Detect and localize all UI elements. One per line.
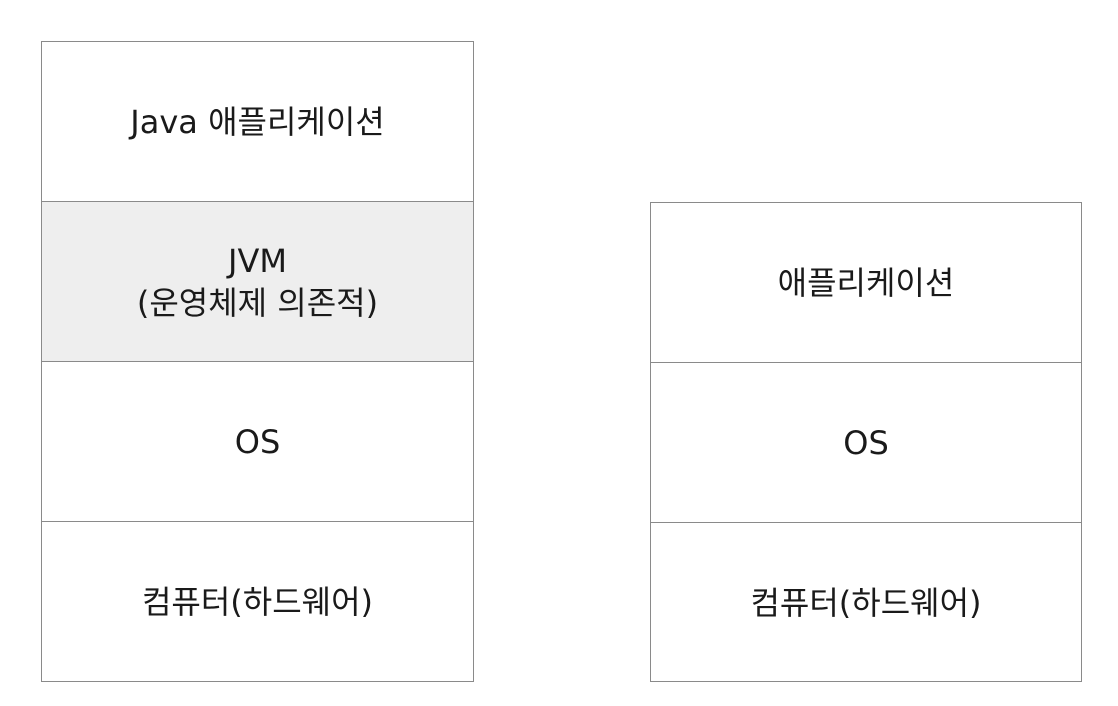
jvm-layer: JVM (운영체제 의존적): [42, 202, 473, 362]
java-os-label: OS: [234, 422, 281, 461]
native-application-label: 애플리케이션: [777, 263, 955, 302]
native-os-label: OS: [843, 423, 889, 462]
java-hardware-layer: 컴퓨터(하드웨어): [42, 522, 473, 682]
native-hardware-label: 컴퓨터(하드웨어): [750, 584, 982, 622]
java-hardware-label: 컴퓨터(하드웨어): [141, 583, 374, 621]
native-stack: 애플리케이션 OS 컴퓨터(하드웨어): [650, 202, 1082, 682]
native-hardware-layer: 컴퓨터(하드웨어): [651, 523, 1081, 683]
java-stack: Java 애플리케이션 JVM (운영체제 의존적) OS 컴퓨터(하드웨어): [41, 41, 474, 682]
native-application-layer: 애플리케이션: [651, 203, 1081, 363]
jvm-label: JVM: [228, 241, 287, 280]
java-application-label: Java 애플리케이션: [130, 102, 385, 141]
jvm-sublabel: (운영체제 의존적): [136, 283, 379, 322]
java-application-layer: Java 애플리케이션: [42, 42, 473, 202]
java-os-layer: OS: [42, 362, 473, 522]
native-os-layer: OS: [651, 363, 1081, 523]
